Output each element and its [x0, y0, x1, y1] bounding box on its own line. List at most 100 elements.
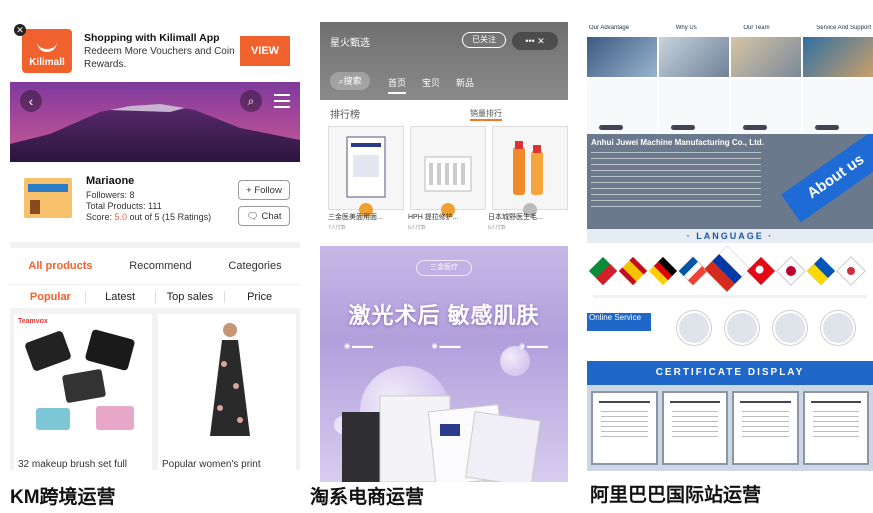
- view-button[interactable]: VIEW: [240, 36, 290, 66]
- certificate-image[interactable]: [732, 391, 799, 465]
- ranking-section: 排行榜 销量排行 三金医美面用面... HPH 提拉修护... 日本城野医生毛.…: [320, 100, 568, 246]
- taobao-screenshot: 星火甄选 已关注 ••• ✕ ⌕搜索 首页 宝贝 新品 排行榜 销量排行 三金医…: [320, 22, 568, 482]
- service-image: [803, 37, 873, 77]
- banner-title: Shopping with Kilimall App: [84, 31, 220, 44]
- text-block: [587, 79, 657, 134]
- rank-item-label: 三金医美面用面...: [328, 214, 383, 221]
- back-arrow-icon[interactable]: ‹: [20, 90, 42, 112]
- more-menu[interactable]: ••• ✕: [512, 32, 558, 50]
- certificate-image[interactable]: [661, 391, 728, 465]
- company-description: [591, 152, 761, 212]
- kilimall-screenshot: ✕ Kilimall Shopping with Kilimall App Re…: [10, 20, 300, 482]
- logo-text: Kilimall: [29, 57, 65, 68]
- banner-text: Redeem More Vouchers and Coin Rewards.: [84, 45, 235, 70]
- check-icon: ◉ ▬▬▬: [344, 343, 374, 350]
- rank-card[interactable]: [410, 126, 486, 217]
- flags-graphic: [588, 245, 867, 298]
- rank-card[interactable]: [328, 126, 404, 217]
- rank-item-sales: 7人付款: [328, 225, 346, 231]
- score-value: 5.0: [114, 212, 128, 222]
- online-service-label: Online Service: [587, 313, 651, 331]
- sort-price[interactable]: Price: [225, 291, 294, 303]
- sort-latest[interactable]: Latest: [86, 290, 156, 303]
- header-why-us: Why Us: [675, 25, 697, 31]
- avatar[interactable]: [773, 311, 807, 345]
- shop-header: 星火甄选 已关注 ••• ✕ ⌕搜索 首页 宝贝 新品: [320, 22, 568, 100]
- banner-text-block: Shopping with Kilimall App Redeem More V…: [84, 32, 240, 71]
- section-headers: Our Advantage Why Us Our Team Service An…: [587, 25, 873, 35]
- tab-categories[interactable]: Categories: [228, 260, 281, 272]
- more-icon[interactable]: •••: [525, 36, 534, 46]
- store-score: Score: 5.0 out of 5 (15 Ratings): [86, 212, 211, 223]
- product-image: [513, 141, 543, 195]
- header-text-blocks: [587, 79, 873, 134]
- language-bar: · LANGUAGE ·: [587, 229, 873, 243]
- store-details: Mariaone Followers: 8 Total Products: 11…: [86, 176, 211, 242]
- tab-recommend[interactable]: Recommend: [129, 260, 191, 272]
- sort-top-sales[interactable]: Top sales: [156, 290, 226, 303]
- tab-home[interactable]: 首页: [388, 76, 407, 94]
- kilimall-logo: Kilimall: [22, 29, 72, 73]
- caption-alibaba: 阿里巴巴国际站运营: [590, 485, 762, 506]
- certificates: [587, 385, 873, 471]
- avatar[interactable]: [725, 311, 759, 345]
- store-name: Mariaone: [86, 175, 135, 187]
- collage: ✕ Kilimall Shopping with Kilimall App Re…: [0, 0, 873, 513]
- product-grid: Teamvox 32 makeup brush set full Popular…: [10, 314, 300, 470]
- certificate-image[interactable]: [802, 391, 869, 465]
- brand-pill: 三金医疗: [416, 260, 472, 276]
- product-card[interactable]: Popular women's print: [158, 314, 296, 470]
- store-icon: [24, 178, 72, 218]
- total-products: Total Products: 111: [86, 201, 162, 211]
- product-card[interactable]: Teamvox 32 makeup brush set full: [14, 314, 152, 470]
- header-service: Service And Support: [816, 25, 871, 31]
- search-button[interactable]: ⌕搜索: [330, 72, 370, 90]
- rank-item-sales: 6人付款: [488, 225, 506, 231]
- score-suffix: out of 5 (15 Ratings): [127, 212, 212, 222]
- avatar[interactable]: [821, 311, 855, 345]
- tab-items[interactable]: 宝贝: [422, 76, 440, 94]
- header-team: Our Team: [743, 25, 770, 31]
- company-name: Anhui Juwei Machine Manufacturing Co., L…: [591, 138, 764, 147]
- why-us-image: [659, 37, 729, 77]
- store-hero-image: ‹ ⌕: [10, 82, 300, 162]
- menu-icon[interactable]: [274, 94, 290, 112]
- tab-new[interactable]: 新品: [456, 76, 474, 94]
- follow-button[interactable]: 已关注: [462, 32, 506, 48]
- score-prefix: Score:: [86, 212, 115, 222]
- follow-button[interactable]: + Follow: [238, 180, 290, 200]
- rank-title: 排行榜: [330, 110, 360, 121]
- sort-popular[interactable]: Popular: [16, 290, 86, 303]
- header-advantage: Our Advantage: [589, 25, 630, 31]
- text-block: [803, 79, 873, 134]
- close-icon[interactable]: ✕: [537, 36, 545, 46]
- close-icon[interactable]: ✕: [14, 24, 26, 36]
- alibaba-screenshot: Our Advantage Why Us Our Team Service An…: [587, 25, 873, 475]
- advantage-image: [587, 37, 657, 77]
- certificate-image[interactable]: [591, 391, 658, 465]
- rank-tab[interactable]: 销量排行: [470, 108, 502, 121]
- search-icon[interactable]: ⌕: [240, 90, 262, 112]
- chat-button[interactable]: 🗨 Chat: [238, 206, 290, 226]
- dress-image: [210, 323, 250, 436]
- product-name: 32 makeup brush set full: [18, 459, 127, 470]
- about-us-label: About us: [781, 134, 873, 223]
- rank-card[interactable]: [492, 126, 568, 217]
- rank-cards: [328, 126, 568, 217]
- promo-banner[interactable]: 三金医疗 激光术后 敏感肌肤 ◉ ▬▬▬ ◉ ▬▬▬ ◉ ▬▬▬: [320, 246, 568, 482]
- caption-km: KM跨境运营: [10, 487, 116, 508]
- tab-all-products[interactable]: All products: [28, 260, 92, 272]
- followers-count: Followers: 8: [86, 190, 135, 200]
- rank-item-sales: 6人付款: [408, 225, 426, 231]
- shop-title: 星火甄选: [330, 38, 370, 49]
- app-promo-banner: ✕ Kilimall Shopping with Kilimall App Re…: [10, 20, 300, 82]
- product-name: Popular women's print: [162, 459, 261, 470]
- team-image: [731, 37, 801, 77]
- check-icon: ◉ ▬▬▬: [431, 343, 461, 350]
- chat-label: Chat: [261, 210, 282, 222]
- avatar[interactable]: [677, 311, 711, 345]
- store-tabs: All products Recommend Categories: [10, 242, 300, 284]
- promo-features: ◉ ▬▬▬ ◉ ▬▬▬ ◉ ▬▬▬: [344, 342, 548, 350]
- online-service: Online Service: [587, 309, 873, 361]
- product-image: [424, 156, 472, 192]
